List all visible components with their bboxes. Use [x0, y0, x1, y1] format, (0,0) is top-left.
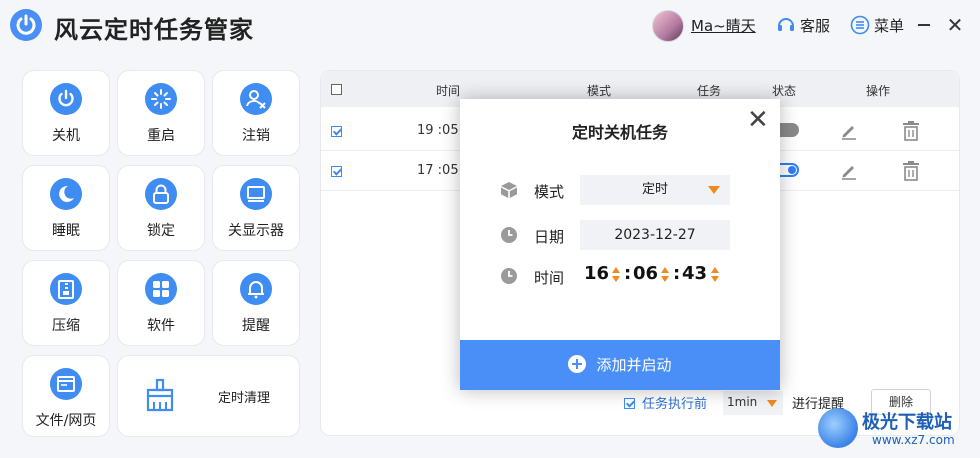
- minute-stepper-icon[interactable]: [661, 267, 669, 283]
- column-mode: 模式: [587, 84, 612, 98]
- time-row: 时间 16 : 06 : 43: [500, 261, 760, 291]
- restart-icon: [145, 83, 177, 115]
- cube-icon: [500, 181, 518, 203]
- tile-scheduled-clean[interactable]: 定时清理: [117, 355, 300, 437]
- tile-restart[interactable]: 重启: [117, 70, 205, 156]
- logout-user-icon: [240, 83, 272, 115]
- moon-icon: [50, 178, 82, 210]
- date-label: 日期: [534, 228, 565, 246]
- lock-icon: [145, 178, 177, 210]
- hour-stepper-icon[interactable]: [612, 267, 620, 283]
- tile-label: 压缩: [52, 318, 80, 334]
- column-task: 任务: [697, 84, 722, 98]
- remind-interval-value: 1min: [727, 395, 758, 409]
- tile-logout[interactable]: 注销: [212, 70, 300, 156]
- tile-reminder[interactable]: 提醒: [212, 260, 300, 346]
- dropdown-arrow-icon: [708, 186, 720, 194]
- dropdown-arrow-icon: [767, 400, 777, 407]
- customer-service-button[interactable]: 客服: [776, 14, 830, 36]
- add-and-start-label: 添加并启动: [596, 356, 672, 374]
- broom-icon: [142, 378, 178, 418]
- apps-icon: [145, 273, 177, 305]
- row-time: 19 :05: [417, 123, 459, 138]
- customer-service-label: 客服: [800, 16, 831, 35]
- tile-label: 睡眠: [52, 223, 80, 239]
- menu-label: 菜单: [874, 16, 905, 35]
- app-title: 风云定时任务管家: [54, 16, 254, 44]
- tile-shutdown[interactable]: 关机: [22, 70, 110, 156]
- watermark-text: 极光下载站: [862, 412, 952, 433]
- scheduled-shutdown-dialog: 定时关机任务 ✕ 模式 定时 日期 2023-12-27 时间 16 : 06 …: [460, 99, 780, 390]
- minimize-icon[interactable]: [918, 24, 930, 26]
- tile-label: 定时清理: [218, 391, 271, 406]
- trash-icon[interactable]: [902, 121, 920, 145]
- remind-before-checkbox[interactable]: [624, 398, 635, 409]
- column-time: 时间: [436, 84, 461, 98]
- tile-lock[interactable]: 锁定: [117, 165, 205, 251]
- minute-value[interactable]: 06: [633, 263, 658, 284]
- time-separator: :: [673, 263, 681, 284]
- clock-icon: [500, 226, 518, 248]
- dialog-title: 定时关机任务: [571, 123, 668, 142]
- tile-label: 软件: [147, 318, 175, 334]
- monitor-icon: [240, 178, 272, 210]
- time-label: 时间: [534, 269, 565, 287]
- mode-label: 模式: [534, 183, 565, 201]
- zip-icon: [50, 273, 82, 305]
- tile-file-web[interactable]: 文件/网页: [22, 355, 110, 437]
- headset-icon: [778, 18, 794, 31]
- tile-software[interactable]: 软件: [117, 260, 205, 346]
- app-logo-power-icon: [10, 9, 42, 41]
- column-action: 操作: [866, 84, 891, 98]
- row-checkbox[interactable]: [331, 126, 342, 137]
- tile-monitor-off[interactable]: 关显示器: [212, 165, 300, 251]
- tile-label: 文件/网页: [35, 413, 97, 429]
- edit-icon[interactable]: [839, 161, 859, 185]
- hour-value[interactable]: 16: [584, 263, 609, 284]
- tile-label: 注销: [242, 128, 270, 144]
- edit-icon[interactable]: [839, 121, 859, 145]
- tile-label: 重启: [147, 128, 175, 144]
- second-stepper-icon[interactable]: [711, 267, 719, 283]
- bell-icon: [240, 273, 272, 305]
- select-all-checkbox[interactable]: [331, 84, 342, 95]
- close-window-icon[interactable]: ✕: [944, 14, 966, 36]
- remind-before-label: 任务执行前: [642, 397, 708, 412]
- date-row: 日期 2023-12-27: [500, 220, 760, 250]
- watermark-logo-icon: [818, 408, 858, 448]
- title-bar: 风云定时任务管家 Ma~睛天 客服 菜单 ✕: [0, 0, 980, 54]
- tile-label: 关机: [52, 128, 80, 144]
- row-checkbox[interactable]: [331, 166, 342, 177]
- tile-compress[interactable]: 压缩: [22, 260, 110, 346]
- tile-label: 关显示器: [228, 223, 284, 239]
- second-value[interactable]: 43: [682, 263, 707, 284]
- date-input[interactable]: 2023-12-27: [580, 220, 730, 250]
- plus-circle-icon: [568, 354, 587, 373]
- dialog-close-icon[interactable]: ✕: [747, 107, 769, 133]
- trash-icon[interactable]: [902, 161, 920, 185]
- mode-value: 定时: [641, 182, 668, 197]
- mode-select[interactable]: 定时: [580, 175, 730, 205]
- row-time: 17 :05: [417, 163, 459, 178]
- time-separator: :: [624, 263, 632, 284]
- tile-sleep[interactable]: 睡眠: [22, 165, 110, 251]
- avatar[interactable]: [652, 10, 684, 42]
- username-link[interactable]: Ma~睛天: [691, 15, 756, 36]
- watermark: 极光下载站 www.xz7.com: [818, 404, 978, 456]
- mode-row: 模式 定时: [500, 175, 760, 205]
- add-and-start-button[interactable]: 添加并启动: [460, 340, 780, 390]
- browser-icon: [50, 368, 82, 400]
- power-icon: [50, 83, 82, 115]
- menu-button[interactable]: 菜单: [850, 14, 904, 36]
- watermark-url: www.xz7.com: [872, 433, 955, 447]
- tile-label: 提醒: [242, 318, 270, 334]
- remind-interval-select[interactable]: 1min: [723, 391, 783, 415]
- clock-icon: [500, 267, 518, 289]
- list-menu-icon: [850, 15, 870, 35]
- column-status: 状态: [772, 84, 797, 98]
- tile-label: 锁定: [147, 223, 175, 239]
